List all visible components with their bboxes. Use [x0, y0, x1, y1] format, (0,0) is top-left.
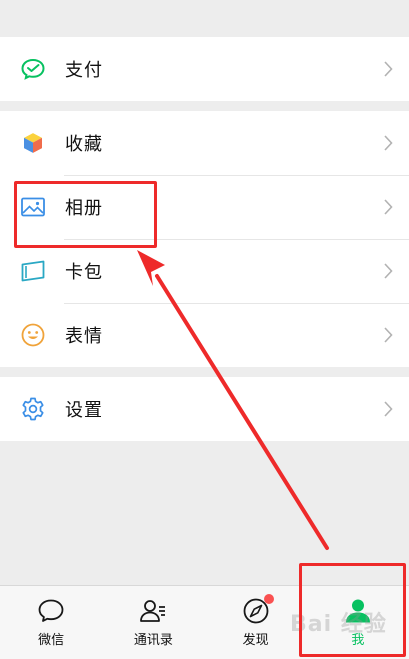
- menu-item-label: 卡包: [65, 262, 103, 283]
- chat-bubble-icon: [36, 596, 66, 626]
- chevron-right-icon: [384, 61, 393, 77]
- bottom-tab-bar: 微信 通讯录 发现 我: [0, 585, 409, 659]
- favorites-cube-icon: [20, 130, 46, 156]
- menu-group-settings: 设置: [0, 377, 409, 441]
- menu-group-pay: 支付: [0, 37, 409, 101]
- menu-item-label: 设置: [65, 400, 103, 421]
- chevron-right-icon: [384, 263, 393, 279]
- menu-item-label: 表情: [65, 326, 103, 347]
- menu-item-favorites[interactable]: 收藏: [0, 111, 409, 175]
- tab-me[interactable]: 我: [307, 586, 409, 659]
- tab-label: 我: [351, 633, 365, 648]
- chevron-right-icon: [384, 327, 393, 343]
- tab-chats[interactable]: 微信: [0, 586, 102, 659]
- menu-item-label: 相册: [65, 198, 103, 219]
- section-gap: [0, 101, 409, 111]
- tab-label: 发现: [242, 633, 269, 648]
- section-gap: [0, 367, 409, 377]
- smiley-icon: [20, 322, 46, 348]
- menu-item-label: 收藏: [65, 134, 103, 155]
- menu-item-label: 支付: [65, 60, 103, 81]
- tab-label: 通讯录: [133, 633, 173, 648]
- menu-item-album[interactable]: 相册: [0, 175, 409, 239]
- chevron-right-icon: [384, 199, 393, 215]
- contacts-icon: [138, 596, 168, 626]
- menu-item-stickers[interactable]: 表情: [0, 303, 409, 367]
- tab-discover[interactable]: 发现: [205, 586, 307, 659]
- tab-label: 微信: [38, 633, 65, 648]
- chevron-right-icon: [384, 135, 393, 151]
- top-gap: [0, 0, 409, 37]
- album-picture-icon: [20, 194, 46, 220]
- card-wallet-icon: [20, 258, 46, 284]
- menu-item-cards[interactable]: 卡包: [0, 239, 409, 303]
- wechat-pay-icon: [20, 56, 46, 82]
- menu-item-settings[interactable]: 设置: [0, 377, 409, 441]
- menu-item-pay[interactable]: 支付: [0, 37, 409, 101]
- chevron-right-icon: [384, 401, 393, 417]
- tab-contacts[interactable]: 通讯录: [102, 586, 204, 659]
- menu-group-main: 收藏 相册 卡包 表情: [0, 111, 409, 367]
- gear-icon: [20, 396, 46, 422]
- new-notification-badge: [263, 594, 274, 604]
- person-icon: [343, 596, 373, 626]
